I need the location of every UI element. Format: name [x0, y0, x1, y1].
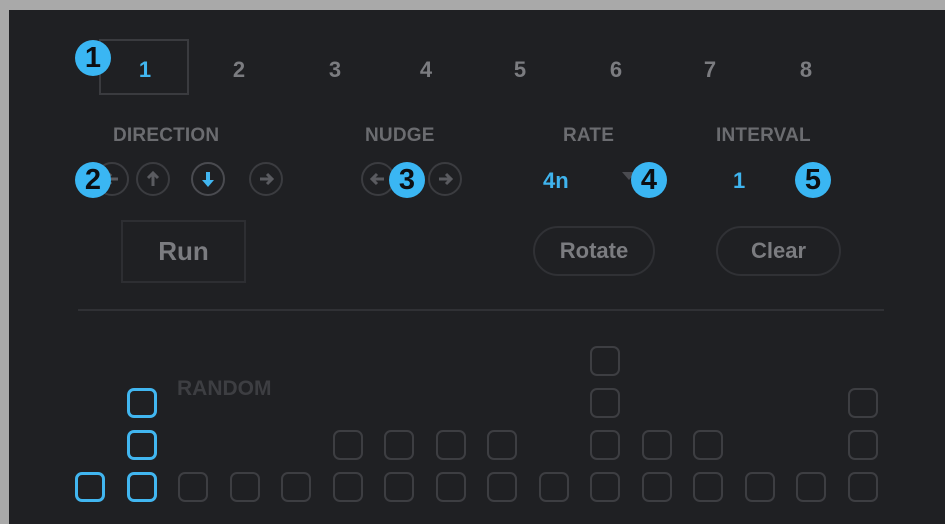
tab-3[interactable]: 3: [305, 46, 365, 94]
grid-cell[interactable]: [436, 430, 466, 460]
nudge-label: NUDGE: [365, 125, 435, 146]
direction-label: DIRECTION: [113, 125, 220, 146]
grid-cell[interactable]: [487, 430, 517, 460]
grid-cell[interactable]: [333, 430, 363, 460]
grid-cell[interactable]: [127, 388, 157, 418]
direction-up-button[interactable]: [136, 162, 170, 196]
callout-badge-4: 4: [631, 162, 667, 198]
tab-5[interactable]: 5: [490, 46, 550, 94]
callout-badge-1: 1: [75, 40, 111, 76]
run-button[interactable]: Run: [121, 220, 246, 283]
grid-cell[interactable]: [590, 388, 620, 418]
grid-cell[interactable]: [590, 430, 620, 460]
random-label: RANDOM: [177, 377, 272, 400]
arrow-down-icon: [202, 172, 214, 187]
tab-7[interactable]: 7: [680, 46, 740, 94]
grid-cell[interactable]: [693, 472, 723, 502]
divider: [78, 309, 884, 311]
grid-cell[interactable]: [127, 472, 157, 502]
grid-cell[interactable]: [436, 472, 466, 502]
tab-4[interactable]: 4: [396, 46, 456, 94]
grid-cell[interactable]: [539, 472, 569, 502]
grid-cell[interactable]: [848, 472, 878, 502]
grid-cell[interactable]: [590, 472, 620, 502]
interval-value[interactable]: 1: [733, 168, 745, 194]
nudge-right-button[interactable]: [428, 162, 462, 196]
grid-cell[interactable]: [848, 388, 878, 418]
callout-badge-5: 5: [795, 162, 831, 198]
tab-1[interactable]: 1: [115, 46, 175, 94]
grid-cell[interactable]: [590, 346, 620, 376]
grid-cell[interactable]: [178, 472, 208, 502]
grid-cell[interactable]: [75, 472, 105, 502]
arrow-right-icon: [439, 172, 454, 186]
grid-cell[interactable]: [796, 472, 826, 502]
arrow-up-icon: [146, 170, 160, 186]
rate-value[interactable]: 4n: [543, 168, 569, 194]
direction-down-button[interactable]: [191, 162, 225, 196]
grid-cell[interactable]: [693, 430, 723, 460]
tab-8[interactable]: 8: [776, 46, 836, 94]
arrow-left-icon: [369, 172, 384, 186]
tab-2[interactable]: 2: [209, 46, 269, 94]
grid-cell[interactable]: [642, 430, 672, 460]
rotate-button[interactable]: Rotate: [533, 226, 655, 276]
arrow-right-icon: [260, 172, 275, 186]
grid-cell[interactable]: [230, 472, 260, 502]
callout-badge-2: 2: [75, 162, 111, 198]
grid-cell[interactable]: [384, 430, 414, 460]
grid-cell[interactable]: [642, 472, 672, 502]
callout-badge-3: 3: [389, 162, 425, 198]
direction-right-button[interactable]: [249, 162, 283, 196]
grid-cell[interactable]: [281, 472, 311, 502]
rate-label: RATE: [563, 125, 615, 146]
interval-label: INTERVAL: [716, 125, 811, 146]
grid-cell[interactable]: [333, 472, 363, 502]
grid-cell[interactable]: [487, 472, 517, 502]
grid-cell[interactable]: [848, 430, 878, 460]
tab-6[interactable]: 6: [586, 46, 646, 94]
clear-button[interactable]: Clear: [716, 226, 841, 276]
grid-cell[interactable]: [384, 472, 414, 502]
grid-cell[interactable]: [745, 472, 775, 502]
grid-cell[interactable]: [127, 430, 157, 460]
